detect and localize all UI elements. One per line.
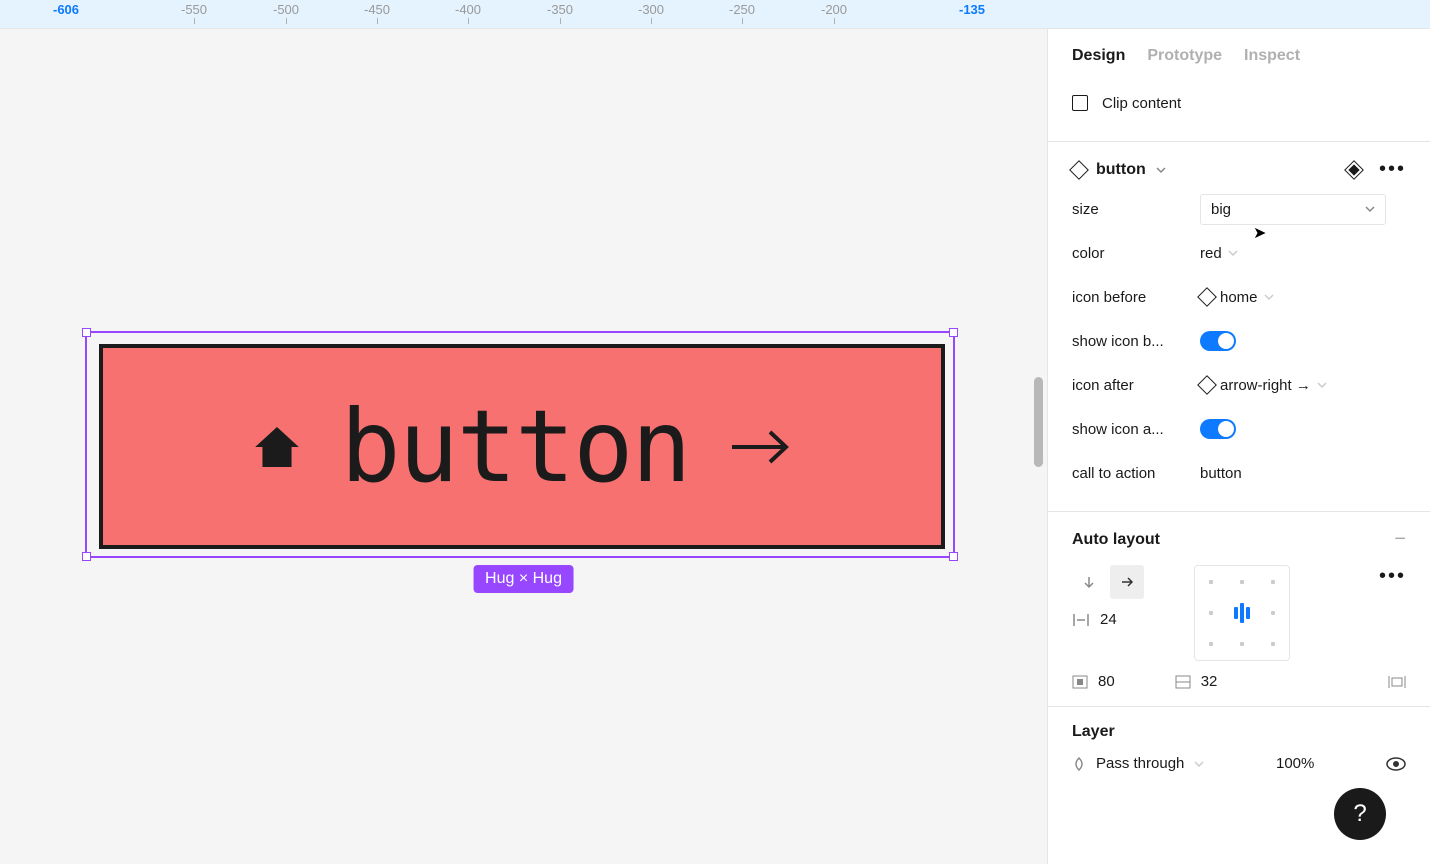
- icon-before-select[interactable]: home: [1200, 289, 1274, 306]
- arrow-down-icon: [1082, 575, 1096, 589]
- size-select[interactable]: big: [1200, 194, 1386, 225]
- padding-h-value[interactable]: 80: [1098, 673, 1115, 690]
- chevron-down-icon: [1317, 380, 1327, 390]
- clip-content-checkbox[interactable]: [1072, 95, 1088, 111]
- direction-vertical-button[interactable]: [1072, 565, 1106, 599]
- gap-value[interactable]: 24: [1100, 611, 1117, 628]
- show-icon-after-toggle[interactable]: [1200, 419, 1236, 439]
- properties-panel: Design Prototype Inspect Clip content bu…: [1047, 29, 1430, 864]
- icon-after-select[interactable]: arrow-right →: [1200, 377, 1327, 394]
- home-icon: [254, 427, 300, 467]
- alignment-grid[interactable]: [1194, 565, 1290, 661]
- direction-horizontal-button[interactable]: [1110, 565, 1144, 599]
- chevron-down-icon: [1194, 759, 1204, 769]
- canvas-area[interactable]: button Hug × Hug: [0, 29, 1047, 864]
- spacing-icon: [1072, 613, 1090, 627]
- resize-handle-top-left[interactable]: [82, 328, 91, 337]
- chevron-down-icon: [1365, 204, 1375, 214]
- canvas-scrollbar[interactable]: [1034, 377, 1043, 467]
- resize-handle-bottom-left[interactable]: [82, 552, 91, 561]
- tab-design[interactable]: Design: [1072, 47, 1125, 65]
- more-options-icon[interactable]: •••: [1379, 158, 1406, 181]
- clip-content-label: Clip content: [1102, 95, 1181, 112]
- help-button[interactable]: ?: [1334, 788, 1386, 840]
- remove-auto-layout-icon[interactable]: −: [1394, 528, 1406, 551]
- tab-inspect[interactable]: Inspect: [1244, 47, 1300, 65]
- resize-handle-top-right[interactable]: [949, 328, 958, 337]
- blend-mode-select[interactable]: Pass through: [1096, 755, 1184, 772]
- padding-horizontal-icon: [1072, 675, 1088, 689]
- chevron-down-icon: [1264, 292, 1274, 302]
- ruler-selection-start: -606: [53, 2, 79, 17]
- selection-bounds[interactable]: button: [85, 331, 955, 558]
- auto-layout-title: Auto layout: [1072, 531, 1160, 549]
- chevron-down-icon[interactable]: [1156, 165, 1166, 175]
- show-icon-before-toggle[interactable]: [1200, 331, 1236, 351]
- resize-handle-bottom-right[interactable]: [949, 552, 958, 561]
- blend-mode-icon[interactable]: [1072, 757, 1086, 771]
- arrow-right-icon: [730, 428, 790, 466]
- padding-v-value[interactable]: 32: [1201, 673, 1218, 690]
- button-component[interactable]: button: [99, 344, 945, 549]
- padding-individual-icon[interactable]: [1388, 675, 1406, 689]
- chevron-down-icon: [1228, 248, 1238, 258]
- alignment-center-icon: [1234, 603, 1250, 623]
- instance-swap-icon: [1197, 375, 1217, 395]
- layer-title: Layer: [1072, 723, 1406, 741]
- visibility-icon[interactable]: [1386, 757, 1406, 771]
- opacity-value[interactable]: 100%: [1276, 755, 1314, 772]
- component-icon: [1069, 160, 1089, 180]
- cta-input[interactable]: button: [1200, 465, 1242, 482]
- ruler-selection-end: -135: [959, 2, 985, 17]
- tab-prototype[interactable]: Prototype: [1147, 47, 1222, 65]
- component-name[interactable]: button: [1096, 161, 1146, 179]
- horizontal-ruler: -606 -550 -500 -450 -400 -350 -300 -250 …: [0, 0, 1430, 29]
- auto-layout-more-icon[interactable]: •••: [1379, 565, 1406, 588]
- padding-vertical-icon: [1175, 675, 1191, 689]
- arrow-right-icon: [1120, 575, 1134, 589]
- component-variants-icon[interactable]: [1344, 160, 1364, 180]
- instance-swap-icon: [1197, 287, 1217, 307]
- selection-size-badge: Hug × Hug: [473, 565, 574, 593]
- button-text: button: [340, 388, 689, 505]
- color-select[interactable]: red: [1200, 245, 1238, 262]
